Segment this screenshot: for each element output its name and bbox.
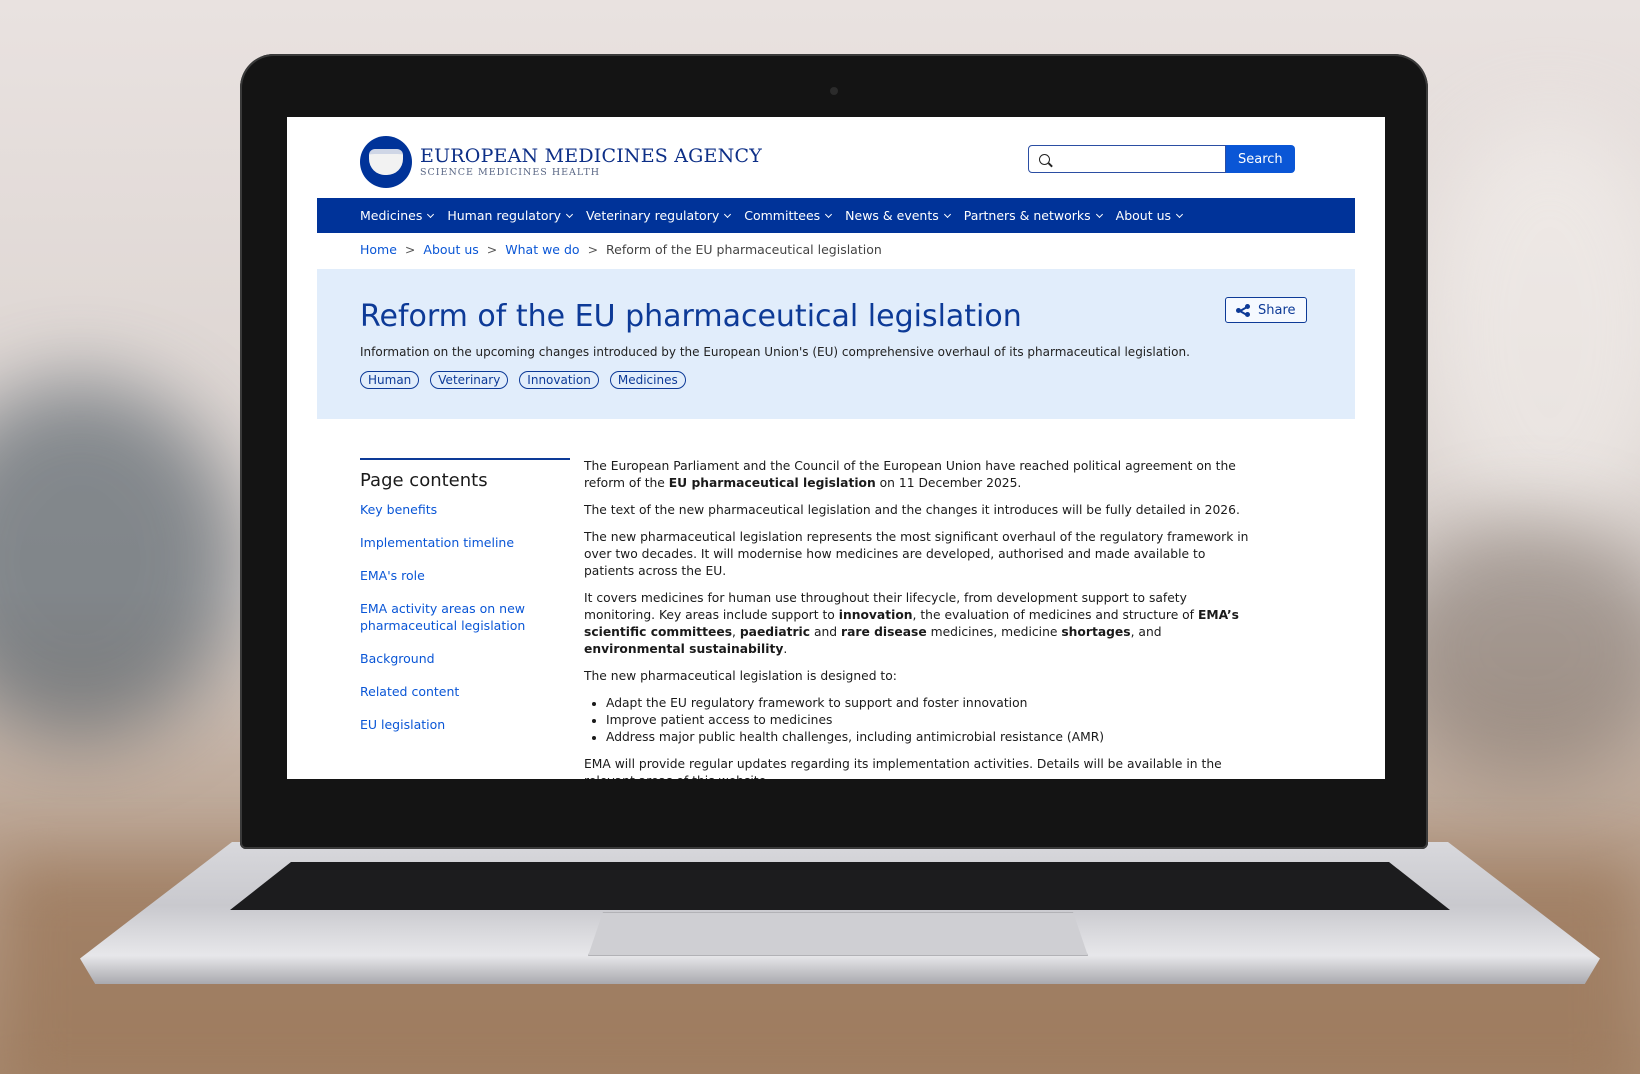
chevron-down-icon: [566, 210, 574, 218]
toc-implementation-timeline[interactable]: Implementation timeline: [360, 534, 570, 551]
tag-human[interactable]: Human: [360, 371, 420, 389]
laptop-trackpad: [588, 912, 1088, 956]
breadcrumb-separator: >: [587, 242, 599, 257]
search-bar: Search: [1028, 145, 1295, 173]
search-icon: [1039, 153, 1050, 165]
content-paragraph: EMA will provide regular updates regardi…: [584, 757, 1222, 779]
content-paragraph: The European Parliament and the Council …: [584, 459, 1236, 490]
chevron-down-icon: [825, 210, 833, 218]
share-label: Share: [1258, 302, 1296, 318]
camera-icon: [830, 87, 838, 95]
toc-emas-role[interactable]: EMA's role: [360, 567, 570, 584]
tag-veterinary[interactable]: Veterinary: [430, 371, 509, 389]
ema-logo-icon: [360, 136, 412, 188]
nav-item-human-regulatory[interactable]: Human regulatory: [447, 208, 574, 223]
background-blur: [0, 380, 240, 740]
topic-tags: Human Veterinary Innovation Medicines: [360, 371, 697, 389]
list-item: Adapt the EU regulatory framework to sup…: [606, 695, 1254, 712]
main-content: The European Parliament and the Council …: [584, 458, 1254, 779]
page-description: Information on the upcoming changes intr…: [360, 345, 1190, 359]
nav-item-news-events[interactable]: News & events: [845, 208, 951, 223]
goals-list: Adapt the EU regulatory framework to sup…: [606, 695, 1254, 746]
search-input[interactable]: [1028, 145, 1226, 173]
toc-eu-legislation[interactable]: EU legislation: [360, 716, 570, 733]
browser-screen: EUROPEAN MEDICINES AGENCY SCIENCE MEDICI…: [287, 117, 1385, 779]
toc-ema-activity-areas[interactable]: EMA activity areas on new pharmaceutical…: [360, 600, 570, 634]
list-item: Improve patient access to medicines: [606, 712, 1254, 729]
breadcrumb-separator: >: [404, 242, 416, 257]
breadcrumb-current: Reform of the EU pharmaceutical legislat…: [606, 242, 882, 257]
site-logo[interactable]: EUROPEAN MEDICINES AGENCY SCIENCE MEDICI…: [360, 135, 762, 189]
chevron-down-icon: [1095, 210, 1103, 218]
content-paragraph: The new pharmaceutical legislation repre…: [584, 530, 1249, 578]
main-nav: Medicines Human regulatory Veterinary re…: [317, 198, 1355, 233]
page-contents-title: Page contents: [360, 470, 488, 491]
chevron-down-icon: [724, 210, 732, 218]
tag-medicines[interactable]: Medicines: [609, 371, 686, 389]
content-paragraph: It covers medicines for human use throug…: [584, 591, 1239, 656]
chevron-down-icon: [943, 210, 951, 218]
content-paragraph: The new pharmaceutical legislation is de…: [584, 669, 897, 683]
logo-subtitle: SCIENCE MEDICINES HEALTH: [420, 167, 601, 178]
page-contents: Page contents Key benefits Implementatio…: [360, 458, 570, 749]
page-title: Reform of the EU pharmaceutical legislat…: [360, 299, 1022, 334]
list-item: Address major public health challenges, …: [606, 729, 1254, 746]
breadcrumb: Home > About us > What we do > Reform of…: [360, 242, 882, 257]
tag-innovation[interactable]: Innovation: [519, 371, 599, 389]
breadcrumb-about-us[interactable]: About us: [423, 242, 478, 257]
breadcrumb-what-we-do[interactable]: What we do: [505, 242, 579, 257]
nav-item-about-us[interactable]: About us: [1116, 208, 1184, 223]
share-button[interactable]: Share: [1225, 297, 1307, 323]
logo-title: EUROPEAN MEDICINES AGENCY: [420, 145, 762, 167]
laptop-keyboard: [230, 862, 1450, 910]
chevron-down-icon: [1176, 210, 1184, 218]
breadcrumb-home[interactable]: Home: [360, 242, 397, 257]
toc-related-content[interactable]: Related content: [360, 683, 570, 700]
share-icon: [1236, 303, 1250, 317]
breadcrumb-separator: >: [486, 242, 498, 257]
page-header: Reform of the EU pharmaceutical legislat…: [317, 269, 1355, 419]
chevron-down-icon: [427, 210, 435, 218]
background-blur: [1420, 120, 1640, 540]
nav-item-medicines[interactable]: Medicines: [360, 208, 435, 223]
content-paragraph: The text of the new pharmaceutical legis…: [584, 503, 1240, 517]
toc-key-benefits[interactable]: Key benefits: [360, 501, 570, 518]
nav-item-veterinary-regulatory[interactable]: Veterinary regulatory: [586, 208, 732, 223]
toc-background[interactable]: Background: [360, 650, 570, 667]
search-button[interactable]: Search: [1226, 145, 1295, 173]
nav-item-partners-networks[interactable]: Partners & networks: [964, 208, 1103, 223]
nav-item-committees[interactable]: Committees: [744, 208, 833, 223]
